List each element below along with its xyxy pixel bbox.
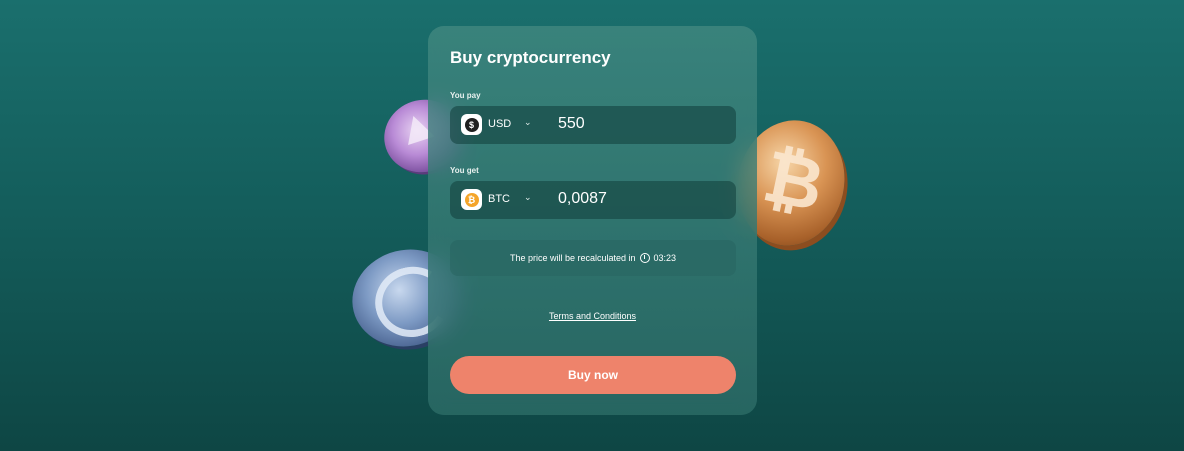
get-amount-value[interactable]: 0,0087 [558, 190, 607, 208]
pay-currency-code[interactable]: USD [488, 118, 511, 130]
get-currency-code[interactable]: BTC [488, 193, 510, 205]
usd-icon[interactable]: $ [461, 114, 482, 135]
buy-now-button[interactable]: Buy now [450, 356, 736, 394]
countdown-timer: 03:23 [653, 253, 677, 263]
chevron-down-icon[interactable]: ⌄ [524, 192, 532, 203]
chevron-down-icon[interactable]: ⌄ [524, 117, 532, 128]
get-field: ₿ BTC ⌄ 0,0087 [450, 181, 736, 219]
terms-link[interactable]: Terms and Conditions [428, 311, 757, 321]
usd-symbol: $ [464, 117, 479, 132]
bitcoin-glyph-icon: ₿ [756, 133, 832, 228]
card-title: Buy cryptocurrency [450, 48, 611, 67]
btc-icon[interactable]: ₿ [461, 189, 482, 210]
pay-label: You pay [450, 91, 481, 100]
notice-text: The price will be recalculated in [509, 253, 636, 263]
clock-icon [639, 253, 650, 263]
price-recalc-notice: The price will be recalculated in 03:23 [450, 240, 736, 276]
buy-crypto-card: Buy cryptocurrency You pay $ USD ⌄ 550 Y… [428, 26, 757, 415]
btc-symbol: ₿ [464, 192, 479, 207]
pay-field: $ USD ⌄ 550 [450, 106, 736, 144]
pay-amount-input[interactable]: 550 [558, 115, 585, 133]
get-label: You get [450, 166, 479, 175]
